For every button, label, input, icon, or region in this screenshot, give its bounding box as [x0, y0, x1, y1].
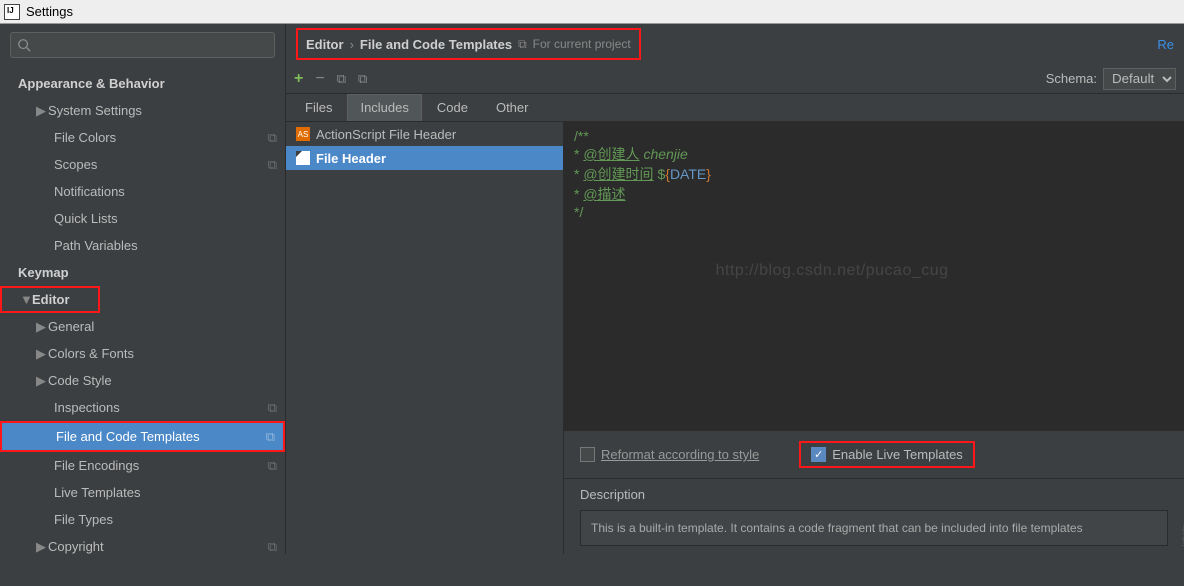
add-button[interactable]: +: [294, 70, 303, 88]
checkbox-checked-icon: ✓: [811, 447, 826, 462]
expand-arrow-icon: ▶: [36, 319, 48, 335]
copy-button[interactable]: ⧉: [337, 71, 346, 87]
toolbar: + − ⧉ ⧉ Schema: Default: [286, 64, 1184, 94]
settings-sidebar: Appearance & Behavior ▶System Settings F…: [0, 24, 286, 554]
scope-label: For current project: [533, 37, 631, 51]
item-file-encodings[interactable]: File Encodings⧉: [0, 452, 285, 479]
actionscript-file-icon: AS: [296, 127, 310, 141]
file-icon: [296, 151, 310, 165]
side-watermark: 51CTO博客: [1179, 524, 1184, 586]
project-scope-icon: ⧉: [268, 458, 277, 474]
project-scope-icon: ⧉: [268, 539, 277, 555]
template-list: ASActionScript File Header File Header: [286, 122, 564, 554]
tab-includes[interactable]: Includes: [347, 94, 421, 121]
schema-label: Schema:: [1046, 71, 1097, 86]
options-row: Reformat according to style ✓ Enable Liv…: [564, 431, 1184, 478]
list-item[interactable]: ASActionScript File Header: [286, 122, 563, 146]
breadcrumb-part: Editor: [306, 37, 344, 52]
expand-arrow-icon: ▶: [36, 103, 48, 119]
paste-button[interactable]: ⧉: [358, 71, 367, 87]
code-editor[interactable]: /** * @创建人 chenjie * @创建时间 ${DATE} * @描述…: [564, 122, 1184, 431]
project-scope-icon: ⧉: [518, 37, 527, 52]
item-file-colors[interactable]: File Colors⧉: [0, 124, 285, 151]
tabs: Files Includes Code Other: [286, 94, 1184, 122]
title-bar: Settings: [0, 0, 1184, 24]
expand-arrow-icon: ▶: [36, 346, 48, 362]
search-container: [0, 24, 285, 66]
enable-live-templates-checkbox[interactable]: ✓ Enable Live Templates: [811, 447, 963, 462]
schema-select[interactable]: Default: [1103, 68, 1176, 90]
item-quick-lists[interactable]: Quick Lists: [0, 205, 285, 232]
breadcrumb: Editor › File and Code Templates ⧉ For c…: [296, 28, 641, 60]
breadcrumb-sep-icon: ›: [350, 37, 354, 52]
section-appearance[interactable]: Appearance & Behavior: [0, 70, 285, 97]
reset-link[interactable]: Re: [1157, 37, 1174, 52]
section-editor[interactable]: ▼Editor: [0, 286, 100, 313]
app-icon: [4, 4, 20, 20]
main-panel: Editor › File and Code Templates ⧉ For c…: [286, 24, 1184, 554]
item-live-templates[interactable]: Live Templates: [0, 479, 285, 506]
item-file-types[interactable]: File Types: [0, 506, 285, 533]
item-file-and-code-templates[interactable]: File and Code Templates⧉: [2, 423, 283, 450]
project-scope-icon: ⧉: [268, 400, 277, 416]
item-code-style[interactable]: ▶Code Style: [0, 367, 285, 394]
item-path-variables[interactable]: Path Variables: [0, 232, 285, 259]
expand-arrow-icon: ▶: [36, 539, 48, 555]
item-system-settings[interactable]: ▶System Settings: [0, 97, 285, 124]
description-text: This is a built-in template. It contains…: [580, 510, 1168, 546]
reformat-checkbox[interactable]: Reformat according to style: [580, 441, 759, 468]
watermark: http://blog.csdn.net/pucao_cug: [716, 262, 949, 280]
project-scope-icon: ⧉: [266, 429, 275, 445]
checkbox-icon: [580, 447, 595, 462]
breadcrumb-part: File and Code Templates: [360, 37, 512, 52]
item-copyright[interactable]: ▶Copyright⧉: [0, 533, 285, 554]
item-general[interactable]: ▶General: [0, 313, 285, 340]
description-title: Description: [580, 487, 1168, 502]
description-panel: Description This is a built-in template.…: [564, 478, 1184, 554]
settings-tree: Appearance & Behavior ▶System Settings F…: [0, 66, 285, 554]
expand-arrow-icon: ▶: [36, 373, 48, 389]
item-colors-fonts[interactable]: ▶Colors & Fonts: [0, 340, 285, 367]
item-inspections[interactable]: Inspections⧉: [0, 394, 285, 421]
window-title: Settings: [26, 4, 73, 19]
expand-arrow-icon: ▼: [20, 292, 32, 307]
remove-button[interactable]: −: [315, 70, 324, 88]
item-scopes[interactable]: Scopes⧉: [0, 151, 285, 178]
search-input[interactable]: [10, 32, 275, 58]
tab-files[interactable]: Files: [292, 94, 345, 121]
project-scope-icon: ⧉: [268, 157, 277, 173]
search-icon: [17, 38, 31, 52]
item-notifications[interactable]: Notifications: [0, 178, 285, 205]
tab-other[interactable]: Other: [483, 94, 542, 121]
project-scope-icon: ⧉: [268, 130, 277, 146]
section-keymap[interactable]: Keymap: [0, 259, 285, 286]
tab-code[interactable]: Code: [424, 94, 481, 121]
list-item[interactable]: File Header: [286, 146, 563, 170]
